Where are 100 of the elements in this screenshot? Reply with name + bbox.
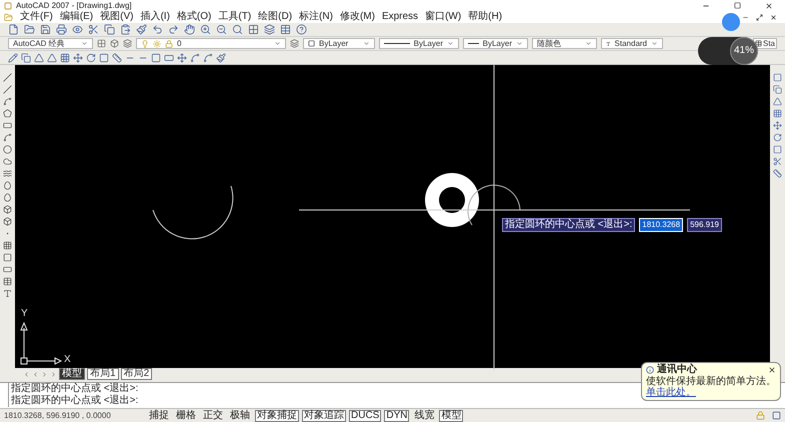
dropdown[interactable]: ByLayer [463, 38, 528, 49]
layers-icon[interactable] [123, 39, 132, 48]
square-icon[interactable] [773, 73, 782, 82]
wave-icon[interactable] [3, 169, 12, 178]
first-tab-icon[interactable] [23, 370, 30, 378]
grid-icon[interactable] [773, 109, 782, 118]
redo-icon[interactable] [168, 24, 179, 35]
rectangle-icon[interactable] [3, 265, 12, 274]
zoom-out-icon[interactable] [216, 24, 227, 35]
layout-tab[interactable]: 模型 [59, 368, 85, 380]
status-toggle[interactable]: 对象捕捉 [255, 410, 299, 422]
printer-icon[interactable] [56, 24, 67, 35]
search-icon[interactable] [232, 24, 243, 35]
previous-tab-icon[interactable] [32, 370, 39, 378]
brush-icon[interactable] [216, 52, 226, 62]
curve-icon[interactable] [203, 52, 213, 62]
grid-icon[interactable] [97, 39, 106, 48]
square-icon[interactable] [3, 253, 12, 262]
status-toggle[interactable]: 极轴 [228, 410, 252, 422]
pencil-icon[interactable] [8, 52, 18, 62]
save-icon[interactable] [40, 24, 51, 35]
curve-icon[interactable] [190, 52, 200, 62]
dropdown[interactable]: Standard [601, 38, 663, 49]
next-tab-icon[interactable] [41, 370, 48, 378]
scissors-icon[interactable] [88, 24, 99, 35]
copy-icon[interactable] [773, 85, 782, 94]
table-icon[interactable] [3, 277, 12, 286]
restore-icon[interactable] [756, 14, 763, 20]
rotate-icon[interactable] [86, 52, 96, 62]
preview-icon[interactable] [72, 24, 83, 35]
new-file-icon[interactable] [8, 24, 19, 35]
polyline-icon[interactable] [3, 97, 12, 106]
dropdown[interactable]: AutoCAD 经典 [8, 38, 93, 49]
block-icon[interactable] [3, 205, 12, 214]
menu-item[interactable]: 绘图(D) [258, 12, 292, 22]
balloon-link[interactable]: 单击此处。 [646, 388, 776, 398]
status-toggle[interactable]: 捕捉 [147, 410, 171, 422]
block-icon[interactable] [110, 39, 119, 48]
status-toggle[interactable]: 正交 [201, 410, 225, 422]
close-icon[interactable] [765, 2, 773, 10]
clean-screen-icon[interactable] [772, 411, 781, 420]
line-icon[interactable] [3, 73, 12, 82]
hand-icon[interactable] [184, 24, 195, 35]
x-input-field[interactable]: 1810.3268 [639, 218, 684, 232]
square-icon[interactable] [773, 145, 782, 154]
dropdown[interactable]: 0 [136, 38, 286, 49]
menu-item[interactable]: 插入(I) [140, 12, 170, 22]
copy-icon[interactable] [21, 52, 31, 62]
menu-item[interactable]: 修改(M) [340, 12, 375, 22]
ruler-icon[interactable] [773, 169, 782, 178]
arrows-icon[interactable] [177, 52, 187, 62]
layout-tab[interactable]: 布局2 [120, 368, 152, 380]
status-toggle[interactable]: 线宽 [412, 410, 436, 422]
layout-tab[interactable]: 布局1 [87, 368, 119, 380]
menu-item[interactable]: 文件(F) [20, 12, 53, 22]
line-icon[interactable] [3, 85, 12, 94]
menu-item[interactable]: 窗口(W) [425, 12, 462, 22]
y-input-field[interactable]: 596.919 [687, 218, 722, 232]
table-icon[interactable] [280, 24, 291, 35]
menu-item[interactable]: 工具(T) [218, 12, 252, 22]
scissors-icon[interactable] [773, 157, 782, 166]
last-tab-icon[interactable] [50, 370, 57, 378]
move-icon[interactable] [773, 121, 782, 130]
dropdown[interactable]: ByLayer [379, 38, 459, 49]
dropdown[interactable]: 随颜色 [532, 38, 597, 49]
rectangle-icon[interactable] [164, 52, 174, 62]
status-toggle[interactable]: 模型 [439, 410, 464, 422]
zoom-in-icon[interactable] [200, 24, 211, 35]
dropdown[interactable]: Sta [752, 38, 777, 49]
text-icon[interactable] [3, 289, 12, 298]
square-icon[interactable] [99, 52, 109, 62]
square-icon[interactable] [151, 52, 161, 62]
layers-icon[interactable] [264, 24, 275, 35]
ruler-icon[interactable] [112, 52, 122, 62]
copy-icon[interactable] [104, 24, 115, 35]
block-icon[interactable] [3, 217, 12, 226]
status-toggle[interactable]: 栅格 [174, 410, 198, 422]
menu-item[interactable]: 帮助(H) [468, 12, 502, 22]
status-toggle[interactable]: DUCS [349, 410, 382, 422]
arc-icon[interactable] [3, 133, 12, 142]
menu-item[interactable]: 格式(O) [176, 12, 212, 22]
brush-icon[interactable] [136, 24, 147, 35]
menu-item[interactable]: 标注(N) [299, 12, 333, 22]
paste-icon[interactable] [120, 24, 131, 35]
menu-item[interactable]: 编辑(E) [60, 12, 94, 22]
cloud-icon[interactable] [3, 157, 12, 166]
status-toggle[interactable]: DYN [384, 410, 410, 422]
status-toggle[interactable]: 对象追踪 [302, 410, 346, 422]
grid-icon[interactable] [248, 24, 259, 35]
folder-icon[interactable] [24, 24, 35, 35]
help-icon[interactable] [296, 24, 307, 35]
triangle-icon[interactable] [773, 97, 782, 106]
layers-icon[interactable] [290, 39, 299, 48]
menu-item[interactable]: 视图(V) [100, 12, 134, 22]
rotate-icon[interactable] [773, 133, 782, 142]
grid-icon[interactable] [60, 52, 70, 62]
rectangle-icon[interactable] [3, 121, 12, 130]
menu-item[interactable]: Express [382, 12, 418, 22]
polygon-icon[interactable] [3, 109, 12, 118]
undo-icon[interactable] [152, 24, 163, 35]
